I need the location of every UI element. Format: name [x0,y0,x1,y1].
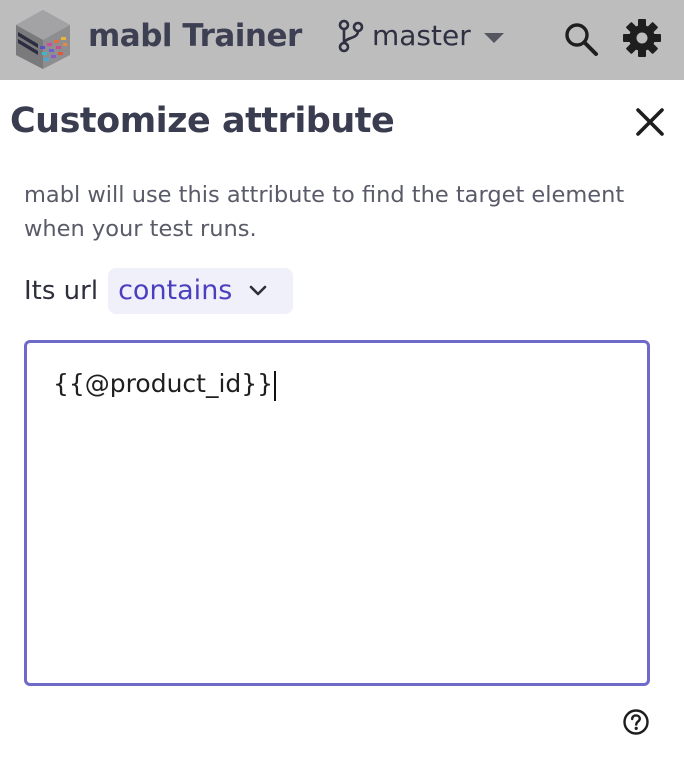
match-mode-dropdown[interactable]: contains [108,268,294,314]
text-cursor [274,370,277,401]
panel-title: Customize attribute [10,101,395,141]
url-match-row: Its url contains [24,268,294,314]
chevron-down-icon [250,285,267,296]
git-branch-icon [338,19,364,53]
top-bar: mabl Trainer master [0,0,684,80]
attribute-value-input[interactable]: {{@product_id}} [24,340,650,686]
chevron-down-icon [483,33,504,43]
gear-icon[interactable] [622,18,662,58]
app-title: mabl Trainer [88,18,302,54]
search-icon[interactable] [562,20,600,58]
attribute-value-text: {{@product_id}} [53,369,274,398]
branch-label: master [372,19,471,52]
panel-description: mabl will use this attribute to find the… [24,182,625,242]
match-mode-value: contains [118,275,233,306]
mabl-logo-icon [16,10,70,69]
url-label: Its url [24,276,99,306]
help-icon[interactable] [622,708,650,736]
branch-selector[interactable]: master [336,16,505,56]
close-icon[interactable] [630,102,670,142]
